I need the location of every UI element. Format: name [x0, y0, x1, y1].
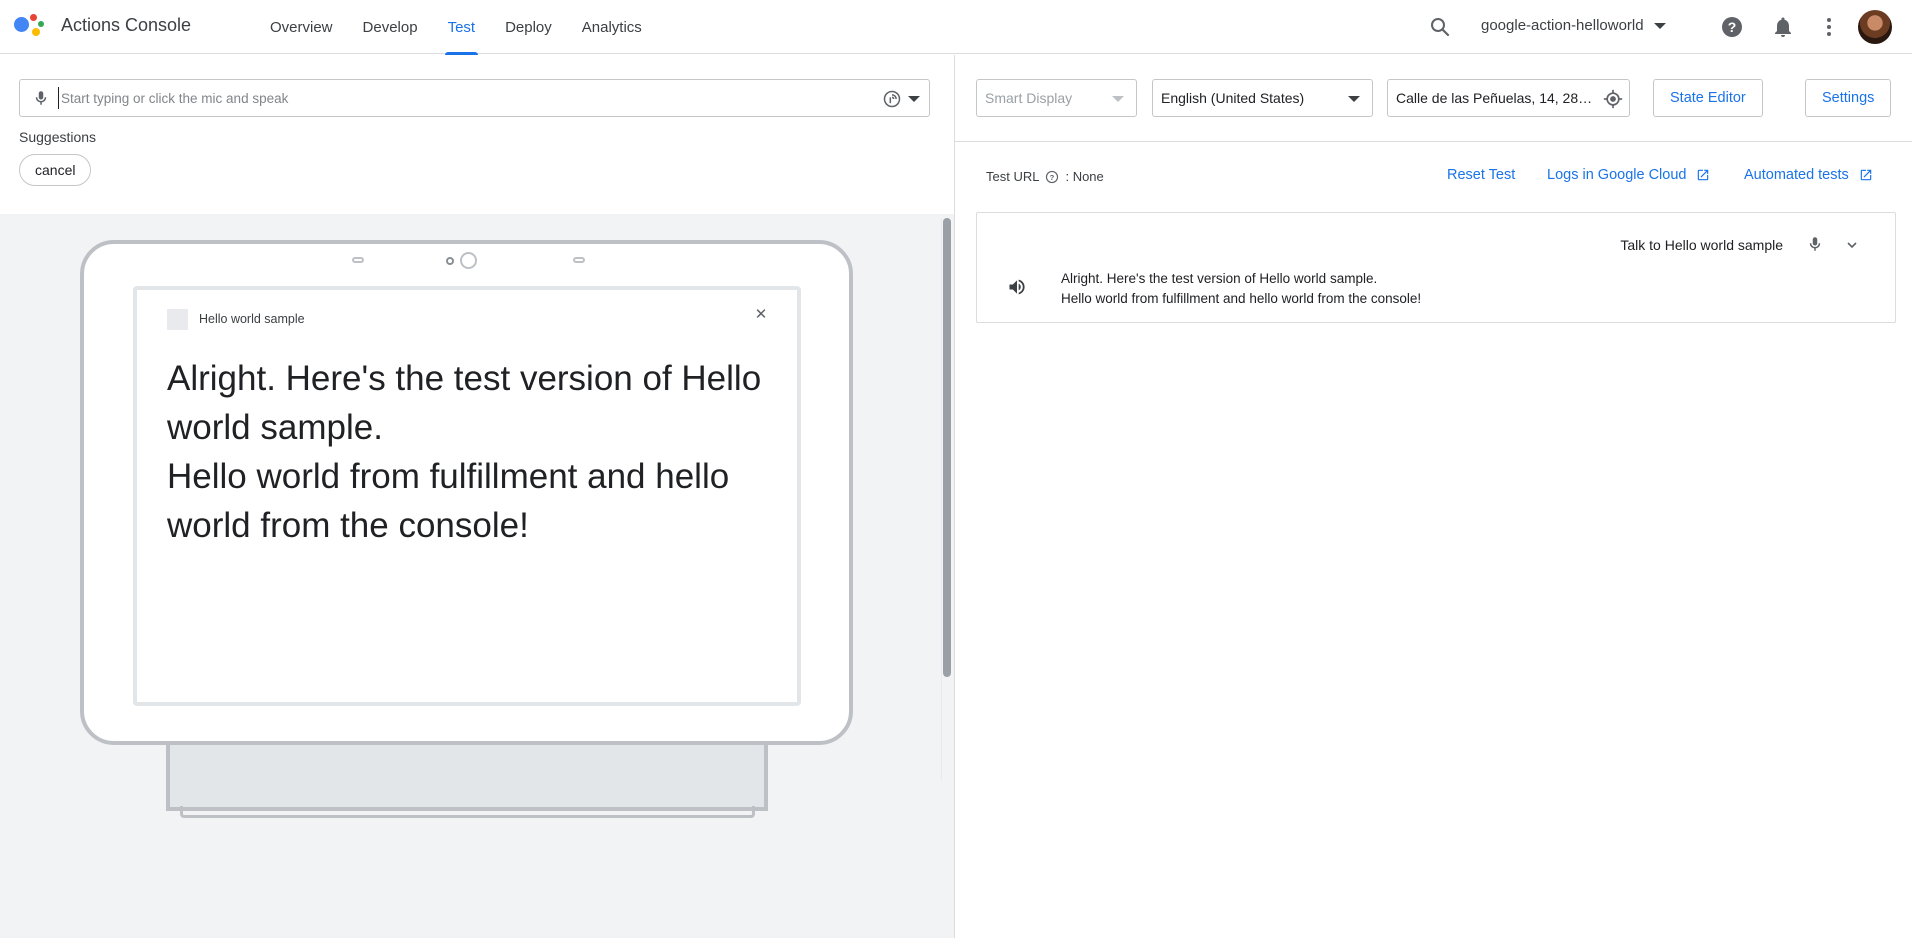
language-value: English (United States): [1161, 90, 1305, 106]
action-icon: [167, 309, 188, 330]
notifications-icon[interactable]: [1771, 15, 1795, 39]
help-icon[interactable]: ?: [1720, 15, 1744, 39]
divider: [955, 141, 1912, 142]
talk-to-label[interactable]: Talk to Hello world sample: [1620, 237, 1783, 253]
response-line: Alright. Here's the test version of Hell…: [1061, 271, 1378, 286]
logs-label: Logs in Google Cloud: [1547, 167, 1687, 183]
reset-test-label: Reset Test: [1447, 167, 1516, 183]
tab-test[interactable]: Test: [433, 0, 491, 55]
app-title[interactable]: Actions Console: [61, 15, 191, 36]
open-in-new-icon: [1698, 169, 1709, 181]
tab-overview[interactable]: Overview: [255, 0, 348, 54]
scrollbar-thumb[interactable]: [943, 218, 951, 677]
automated-tests-label: Automated tests: [1744, 167, 1849, 183]
mic-icon[interactable]: [32, 89, 50, 107]
device-light-sensor: [446, 257, 454, 265]
top-app-bar: Actions Console Overview Develop Test De…: [0, 0, 1912, 55]
tab-deploy[interactable]: Deploy: [490, 0, 567, 54]
response-line: Hello world from fulfillment and hello w…: [167, 457, 730, 545]
project-selector[interactable]: google-action-helloworld: [1481, 17, 1666, 34]
location-value: Calle de las Peñuelas, 14, 2800...: [1396, 90, 1599, 106]
main-nav: Overview Develop Test Deploy Analytics: [255, 0, 657, 55]
device-camera: [460, 252, 477, 269]
device-sensor: [352, 257, 364, 263]
suggestions-label: Suggestions: [19, 129, 97, 145]
chevron-down-icon: [1653, 22, 1666, 29]
response-line: Alright. Here's the test version of Hell…: [167, 359, 762, 447]
chevron-down-icon: [1348, 96, 1360, 102]
input-mode-dropdown-icon[interactable]: [908, 96, 920, 102]
assistant-response: Alright. Here's the test version of Hell…: [1061, 269, 1421, 309]
svg-text:?: ?: [1050, 172, 1055, 181]
google-assistant-logo[interactable]: [14, 13, 44, 39]
voice-input-icon[interactable]: [882, 89, 902, 109]
state-editor-button[interactable]: State Editor: [1653, 79, 1763, 117]
mic-icon[interactable]: [1806, 235, 1824, 253]
reset-test-link[interactable]: Reset Test: [1447, 167, 1515, 183]
simulator-panel: Suggestions cancel Hello world sample ✕ …: [0, 55, 954, 938]
svg-text:?: ?: [1728, 19, 1737, 35]
expand-more-icon[interactable]: [1844, 237, 1860, 253]
chevron-down-icon: [1112, 96, 1124, 102]
test-url-label: Test URL: [986, 169, 1040, 184]
location-field[interactable]: Calle de las Peñuelas, 14, 2800...: [1387, 79, 1630, 117]
test-panel: Smart Display English (United States) Ca…: [954, 55, 1912, 938]
language-select[interactable]: English (United States): [1152, 79, 1373, 117]
avatar[interactable]: [1858, 10, 1892, 44]
smart-display-device: Hello world sample ✕ Alright. Here's the…: [80, 240, 853, 745]
more-vert-icon[interactable]: [1817, 15, 1841, 39]
automated-tests-link[interactable]: Automated tests: [1744, 167, 1873, 183]
device-stand-base: [180, 806, 755, 818]
settings-button[interactable]: Settings: [1805, 79, 1892, 117]
card-title: Hello world sample: [199, 312, 305, 326]
tab-develop[interactable]: Develop: [348, 0, 433, 54]
surface-value: Smart Display: [985, 90, 1073, 106]
project-name: google-action-helloworld: [1481, 17, 1644, 34]
open-in-new-icon: [1860, 169, 1872, 181]
response-line: Hello world from fulfillment and hello w…: [1061, 291, 1422, 306]
device-screen: Hello world sample ✕ Alright. Here's the…: [133, 286, 801, 706]
close-icon[interactable]: ✕: [754, 307, 768, 322]
query-input[interactable]: [58, 87, 878, 109]
test-url-value: : None: [1065, 169, 1104, 184]
volume-up-icon[interactable]: [1007, 277, 1027, 297]
test-url: Test URL ? : None: [986, 169, 1104, 184]
surface-select: Smart Display: [976, 79, 1137, 117]
tab-analytics[interactable]: Analytics: [567, 0, 657, 54]
search-icon[interactable]: [1428, 15, 1452, 39]
query-input-box: [19, 79, 930, 117]
device-sensor: [573, 257, 585, 263]
suggestion-chip-cancel[interactable]: cancel: [19, 154, 92, 186]
logs-in-cloud-link[interactable]: Logs in Google Cloud: [1547, 167, 1710, 183]
device-response-text: Alright. Here's the test version of Hell…: [167, 354, 787, 550]
conversation-card: Talk to Hello world sample Alright. Here…: [976, 212, 1896, 323]
my-location-icon[interactable]: [1603, 89, 1623, 109]
help-outline-icon[interactable]: ?: [1045, 170, 1059, 184]
